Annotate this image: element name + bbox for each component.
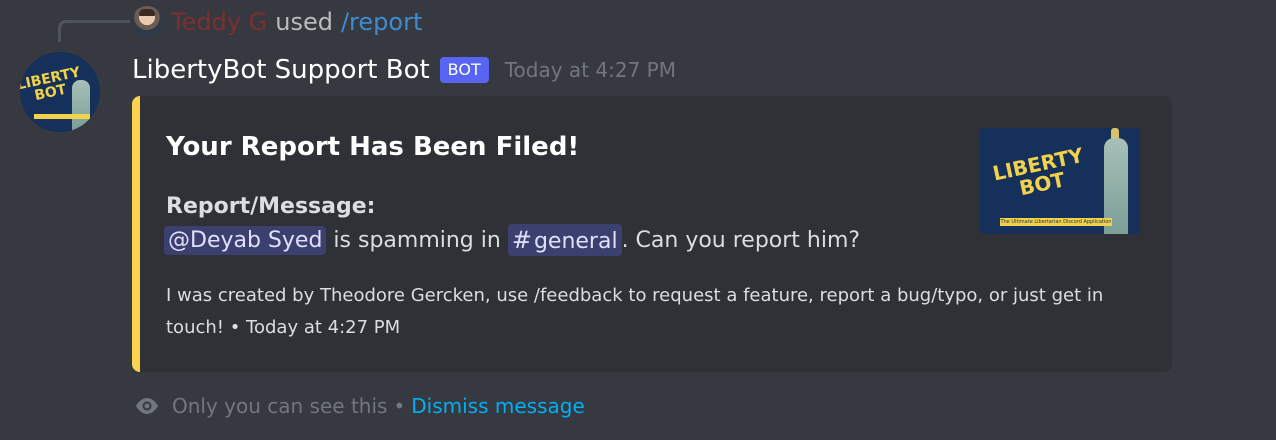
channel-name: general	[533, 229, 618, 254]
channel-mention[interactable]: #general	[507, 224, 622, 256]
reply-connector	[58, 20, 130, 42]
field-text-end: . Can you report him?	[621, 227, 861, 253]
embed-field-value: @Deyab Syed is spamming in #general . Ca…	[164, 224, 860, 256]
embed-title: Your Report Has Been Filed!	[166, 132, 580, 162]
eye-icon	[136, 398, 158, 414]
embed-footer: I was created by Theodore Gercken, use /…	[166, 285, 1104, 338]
bot-avatar[interactable]: LIBERTY BOT	[20, 52, 100, 132]
reply-used-label: used	[275, 8, 333, 36]
avatar-banner	[34, 114, 90, 119]
dismiss-message-link[interactable]: Dismiss message	[411, 394, 585, 418]
thumbnail-logo-text: LIBERTY BOT	[990, 142, 1086, 201]
reply-username[interactable]: Teddy G	[171, 8, 267, 36]
channel-hash-icon: #	[511, 226, 532, 254]
user-mention[interactable]: @Deyab Syed	[164, 225, 327, 255]
thumbnail-banner: The Ultimate Libertarian Discord Applica…	[1000, 218, 1112, 226]
message-timestamp: Today at 4:27 PM	[504, 58, 676, 82]
bot-badge: BOT	[439, 57, 489, 83]
ephemeral-notice: Only you can see this • Dismiss message	[134, 392, 585, 420]
field-text-middle: is spamming in	[326, 227, 508, 253]
chat-message: Teddy G used /report LIBERTY BOT LibertyB…	[0, 0, 1276, 440]
bot-username[interactable]: LibertyBot Support Bot	[132, 55, 430, 85]
statue-of-liberty-icon	[72, 80, 90, 130]
reply-user-avatar[interactable]	[131, 6, 163, 38]
embed-thumbnail[interactable]: LIBERTY BOT The Ultimate Libertarian Disc…	[980, 128, 1140, 234]
report-embed: Your Report Has Been Filed! Report/Messa…	[132, 96, 1172, 372]
ephemeral-separator: •	[393, 394, 406, 418]
reply-command[interactable]: /report	[341, 8, 422, 36]
command-reply-line: Teddy G used /report	[131, 6, 422, 38]
embed-field-name: Report/Message:	[166, 194, 376, 219]
ephemeral-text: Only you can see this	[172, 394, 388, 418]
message-header: LibertyBot Support Bot BOT Today at 4:27…	[132, 52, 676, 88]
